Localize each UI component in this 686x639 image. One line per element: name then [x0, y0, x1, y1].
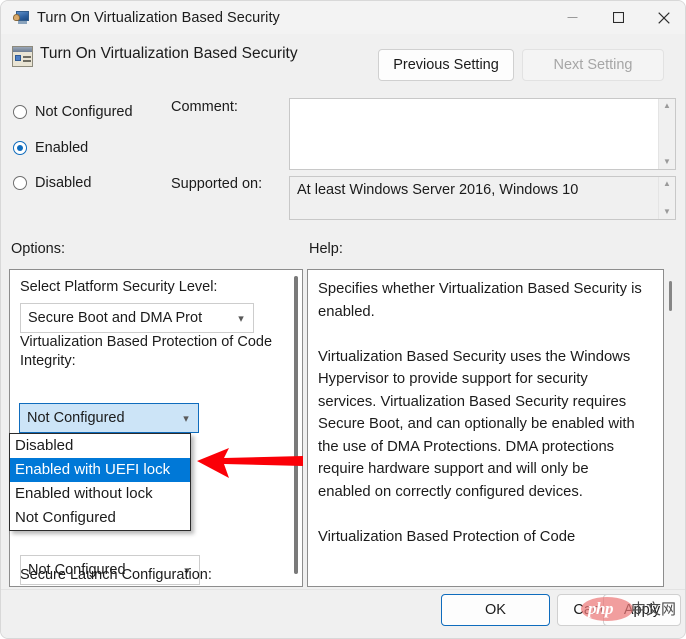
supported-on-label: Supported on: — [171, 176, 262, 192]
code-integrity-select[interactable]: Not Configured ▾ — [19, 403, 199, 433]
policy-monitor-user-icon — [13, 10, 29, 26]
close-button[interactable] — [641, 1, 686, 34]
window-title: Turn On Virtualization Based Security — [37, 10, 280, 26]
platform-security-level-label: Select Platform Security Level: — [20, 278, 217, 297]
help-text: Specifies whether Virtualization Based S… — [318, 278, 644, 548]
chevron-down-icon: ▾ — [229, 312, 253, 325]
radio-icon-disabled — [13, 176, 27, 190]
radio-label-not-configured: Not Configured — [35, 104, 133, 120]
scroll-up-icon[interactable]: ▲ — [663, 102, 671, 110]
maximize-icon — [613, 12, 624, 23]
code-integrity-value: Not Configured — [20, 410, 174, 426]
supported-on-scrollbar[interactable]: ▲ ▼ — [658, 177, 675, 219]
code-integrity-label: Virtualization Based Protection of Code … — [20, 333, 282, 371]
minimize-button[interactable] — [549, 1, 595, 34]
ok-button[interactable]: OK — [441, 594, 550, 626]
previous-setting-button[interactable]: Previous Setting — [378, 49, 514, 81]
radio-icon-enabled — [13, 141, 27, 155]
code-integrity-dropdown-list[interactable]: Disabled Enabled with UEFI lock Enabled … — [9, 433, 191, 531]
next-setting-button: Next Setting — [522, 49, 664, 81]
chevron-down-icon: ▾ — [174, 412, 198, 425]
radio-disabled[interactable]: Disabled — [13, 175, 91, 191]
platform-security-level-value: Secure Boot and DMA Prot — [21, 310, 229, 326]
options-pane-scrollbar[interactable] — [294, 276, 298, 574]
supported-on-field: At least Windows Server 2016, Windows 10… — [289, 176, 676, 220]
secure-launch-label: Secure Launch Configuration: — [20, 566, 212, 585]
maximize-button[interactable] — [595, 1, 641, 34]
comment-value[interactable] — [290, 99, 658, 169]
apply-button[interactable]: Apply — [603, 594, 681, 626]
help-heading: Help: — [309, 241, 343, 257]
minimize-icon — [567, 12, 578, 23]
radio-icon-not-configured — [13, 105, 27, 119]
supported-on-value: At least Windows Server 2016, Windows 10 — [290, 177, 658, 219]
radio-not-configured[interactable]: Not Configured — [13, 104, 133, 120]
title-bar: Turn On Virtualization Based Security — [1, 1, 686, 34]
dropdown-option-not-configured[interactable]: Not Configured — [10, 506, 190, 530]
comment-field[interactable]: ▲ ▼ — [289, 98, 676, 170]
page-title: Turn On Virtualization Based Security — [40, 45, 298, 63]
caption-buttons — [549, 1, 686, 34]
radio-label-enabled: Enabled — [35, 140, 88, 156]
options-heading: Options: — [11, 241, 65, 257]
group-policy-icon — [12, 46, 33, 67]
scroll-down-icon[interactable]: ▼ — [663, 208, 671, 216]
dropdown-option-enabled-without-lock[interactable]: Enabled without lock — [10, 482, 190, 506]
help-pane-scrollbar[interactable] — [669, 281, 672, 311]
dropdown-option-disabled[interactable]: Disabled — [10, 434, 190, 458]
scroll-up-icon[interactable]: ▲ — [663, 180, 671, 188]
red-left-arrow-icon — [197, 448, 303, 482]
comment-label: Comment: — [171, 99, 238, 115]
comment-scrollbar[interactable]: ▲ ▼ — [658, 99, 675, 169]
scroll-down-icon[interactable]: ▼ — [663, 158, 671, 166]
radio-label-disabled: Disabled — [35, 175, 91, 191]
close-icon — [658, 12, 670, 24]
platform-security-level-select[interactable]: Secure Boot and DMA Prot ▾ — [20, 303, 254, 333]
help-pane: Specifies whether Virtualization Based S… — [307, 269, 664, 587]
policy-setting-dialog: Turn On Virtualization Based Security — [0, 0, 686, 639]
radio-enabled[interactable]: Enabled — [13, 140, 88, 156]
dropdown-option-enabled-with-uefi-lock[interactable]: Enabled with UEFI lock — [10, 458, 190, 482]
options-pane: Select Platform Security Level: Secure B… — [9, 269, 303, 587]
